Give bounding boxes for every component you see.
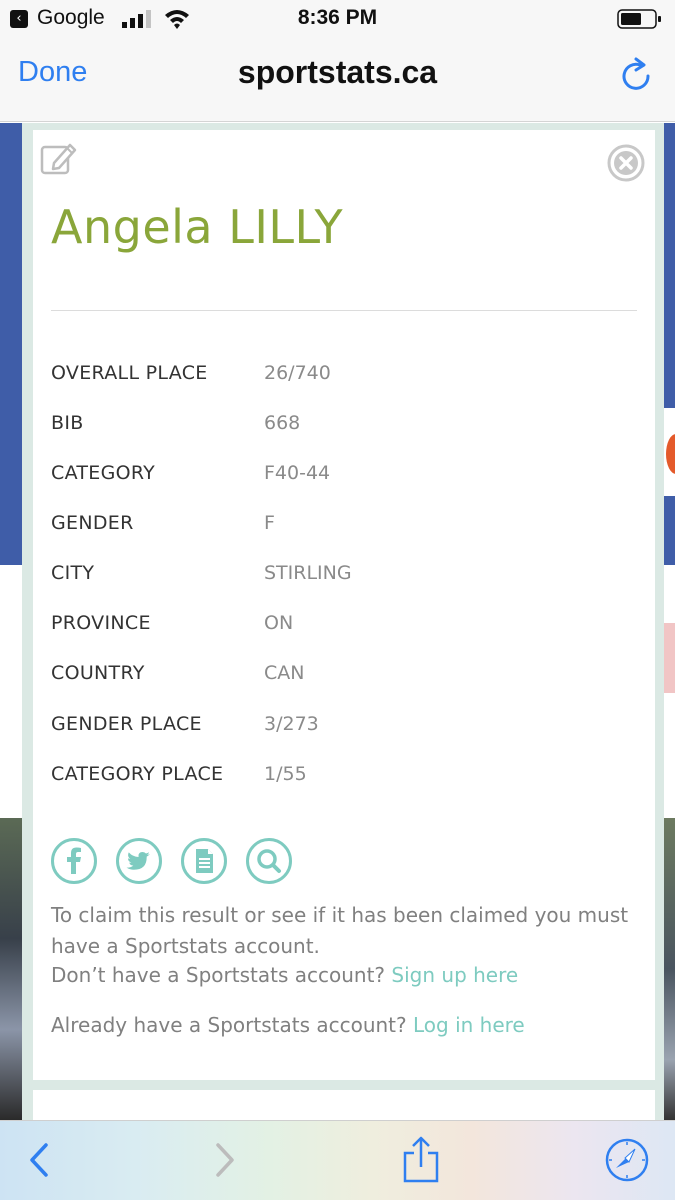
detail-row-bib: BIB 668 bbox=[51, 412, 637, 442]
detail-value: 3/273 bbox=[264, 713, 319, 735]
detail-label: OVERALL PLACE bbox=[51, 362, 208, 384]
detail-row-city: CITY STIRLING bbox=[51, 562, 637, 592]
signup-line: Don’t have a Sportstats account? Sign up… bbox=[51, 963, 518, 987]
detail-label: CITY bbox=[51, 562, 95, 584]
certificate-button[interactable] bbox=[181, 838, 227, 884]
detail-row-province: PROVINCE ON bbox=[51, 612, 637, 642]
back-arrow-icon[interactable] bbox=[14, 1135, 64, 1185]
document-icon bbox=[196, 849, 213, 873]
twitter-share-button[interactable] bbox=[116, 838, 162, 884]
background-photo-left bbox=[0, 818, 22, 1120]
detail-row-overall-place: OVERALL PLACE 26/740 bbox=[51, 362, 637, 392]
name-divider bbox=[51, 310, 637, 311]
login-prompt: Already have a Sportstats account? bbox=[51, 1013, 407, 1037]
background-badge bbox=[664, 408, 675, 496]
login-line: Already have a Sportstats account? Log i… bbox=[51, 1013, 525, 1037]
detail-row-category-place: CATEGORY PLACE 1/55 bbox=[51, 763, 637, 793]
detail-value: 1/55 bbox=[264, 763, 307, 785]
background-photo-right bbox=[664, 818, 675, 1120]
claim-instructions: To claim this result or see if it has be… bbox=[51, 903, 629, 958]
detail-value: 668 bbox=[264, 412, 301, 434]
athlete-name: Angela LILLY bbox=[51, 200, 344, 254]
detail-row-category: CATEGORY F40-44 bbox=[51, 462, 637, 492]
detail-value: F bbox=[264, 512, 275, 534]
detail-value: F40-44 bbox=[264, 462, 331, 484]
share-buttons bbox=[51, 838, 311, 884]
reload-icon[interactable] bbox=[620, 56, 654, 92]
detail-label: GENDER bbox=[51, 512, 134, 534]
search-icon bbox=[257, 849, 281, 873]
twitter-icon bbox=[126, 852, 150, 870]
detail-label: CATEGORY bbox=[51, 462, 156, 484]
background-banner-right bbox=[664, 123, 675, 565]
search-button[interactable] bbox=[246, 838, 292, 884]
detail-row-country: COUNTRY CAN bbox=[51, 662, 637, 692]
facebook-share-button[interactable] bbox=[51, 838, 97, 884]
detail-value: ON bbox=[264, 612, 294, 634]
detail-label: PROVINCE bbox=[51, 612, 151, 634]
background-block bbox=[664, 623, 675, 693]
detail-value: CAN bbox=[264, 662, 305, 684]
compass-icon[interactable] bbox=[602, 1135, 652, 1185]
detail-row-gender-place: GENDER PLACE 3/273 bbox=[51, 713, 637, 743]
close-icon[interactable] bbox=[606, 143, 646, 183]
signup-link[interactable]: Sign up here bbox=[391, 963, 518, 987]
detail-row-gender: GENDER F bbox=[51, 512, 637, 542]
detail-value: 26/740 bbox=[264, 362, 331, 384]
detail-value: STIRLING bbox=[264, 562, 352, 584]
status-bar: ‹ Google 8:36 PM bbox=[0, 0, 675, 40]
detail-label: GENDER PLACE bbox=[51, 713, 202, 735]
browser-toolbar bbox=[0, 1120, 675, 1200]
battery-icon bbox=[617, 9, 661, 29]
login-link[interactable]: Log in here bbox=[413, 1013, 525, 1037]
detail-label: COUNTRY bbox=[51, 662, 145, 684]
background-banner-left bbox=[0, 123, 22, 565]
signup-prompt: Don’t have a Sportstats account? bbox=[51, 963, 386, 987]
facebook-icon bbox=[67, 847, 81, 874]
detail-label: BIB bbox=[51, 412, 84, 434]
page-domain-title: sportstats.ca bbox=[237, 54, 438, 90]
forward-arrow-icon[interactable] bbox=[200, 1135, 250, 1185]
edit-icon[interactable] bbox=[40, 141, 78, 175]
share-icon[interactable] bbox=[396, 1135, 446, 1185]
detail-label: CATEGORY PLACE bbox=[51, 763, 224, 785]
browser-nav-bar: Done sportstats.ca bbox=[0, 40, 675, 122]
clock-time: 8:36 PM bbox=[297, 6, 378, 29]
